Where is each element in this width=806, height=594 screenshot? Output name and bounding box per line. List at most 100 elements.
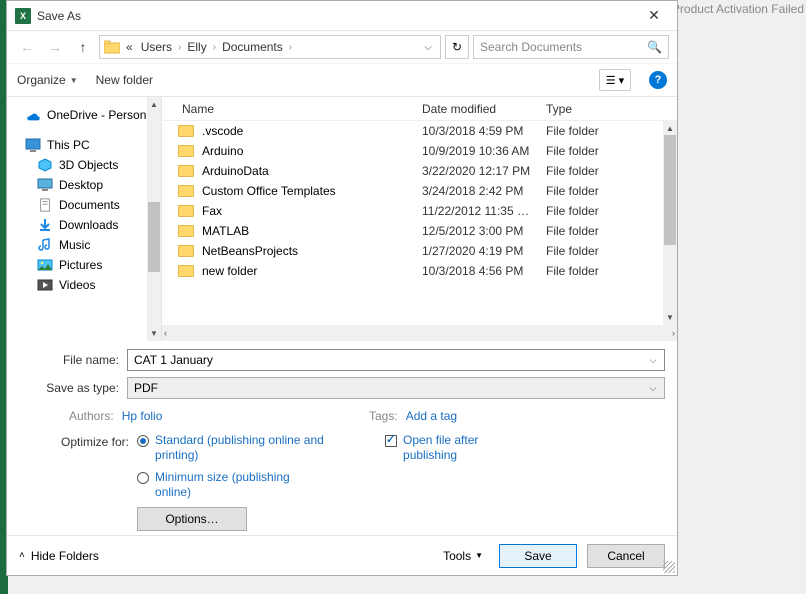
table-row[interactable]: new folder10/3/2018 4:56 PMFile folder xyxy=(162,261,677,281)
file-date: 10/3/2018 4:59 PM xyxy=(422,124,546,138)
file-name: Custom Office Templates xyxy=(202,184,336,198)
documents-icon xyxy=(37,198,53,212)
nav-label: 3D Objects xyxy=(59,158,118,172)
file-name: MATLAB xyxy=(202,224,249,238)
save-form: File name: CAT 1 January ⌵ Save as type:… xyxy=(7,341,677,535)
folder-icon xyxy=(178,125,194,137)
scroll-right-icon[interactable]: › xyxy=(672,328,675,338)
save-button-label: Save xyxy=(524,549,551,563)
table-row[interactable]: .vscode10/3/2018 4:59 PMFile folder xyxy=(162,121,677,141)
file-date: 10/3/2018 4:56 PM xyxy=(422,264,546,278)
nav-videos[interactable]: Videos xyxy=(7,275,161,295)
tools-dropdown[interactable]: Tools ▼ xyxy=(437,545,489,567)
file-name: Fax xyxy=(202,204,222,218)
radio-standard[interactable]: Standard (publishing online and printing… xyxy=(137,433,327,464)
back-button[interactable]: ← xyxy=(15,35,39,59)
col-date[interactable]: Date modified xyxy=(422,102,546,116)
table-row[interactable]: NetBeansProjects1/27/2020 4:19 PMFile fo… xyxy=(162,241,677,261)
resize-grip[interactable] xyxy=(663,561,675,573)
chevron-down-icon: ▼ xyxy=(475,551,483,560)
scroll-down-icon[interactable]: ▼ xyxy=(147,327,161,341)
radio-icon xyxy=(137,472,149,484)
forward-button[interactable]: → xyxy=(43,35,67,59)
file-name-input[interactable]: CAT 1 January ⌵ xyxy=(127,349,665,371)
folder-icon xyxy=(178,205,194,217)
meta-row: Authors: Hp folio Tags: Add a tag xyxy=(19,405,665,425)
crumb-users[interactable]: Users xyxy=(139,40,174,54)
toolbar: Organize ▼ New folder ☰ ▾ ? xyxy=(7,63,677,97)
col-name[interactable]: Name xyxy=(178,102,422,116)
dropdown-icon[interactable]: ⌵ xyxy=(644,380,662,398)
nav-onedrive[interactable]: OneDrive - Person xyxy=(7,105,161,125)
nav-downloads[interactable]: Downloads xyxy=(7,215,161,235)
help-button[interactable]: ? xyxy=(649,71,667,89)
table-row[interactable]: Custom Office Templates3/24/2018 2:42 PM… xyxy=(162,181,677,201)
nav-desktop[interactable]: Desktop xyxy=(7,175,161,195)
nav-label: Pictures xyxy=(59,258,102,272)
radio-minimum[interactable]: Minimum size (publishing online) xyxy=(137,470,327,501)
tags-add-link[interactable]: Add a tag xyxy=(406,409,457,423)
body-split: OneDrive - Person This PC 3D Objects Des… xyxy=(7,97,677,341)
file-list-pane: Name Date modified Type .vscode10/3/2018… xyxy=(162,97,677,341)
table-row[interactable]: Arduino10/9/2019 10:36 AMFile folder xyxy=(162,141,677,161)
crumb-elly[interactable]: Elly xyxy=(185,40,208,54)
file-type: File folder xyxy=(546,164,677,178)
close-button[interactable]: ✕ xyxy=(639,4,669,28)
pictures-icon xyxy=(37,258,53,272)
organize-button[interactable]: Organize ▼ xyxy=(17,73,78,87)
crumb-documents[interactable]: Documents xyxy=(220,40,285,54)
table-row[interactable]: MATLAB12/5/2012 3:00 PMFile folder xyxy=(162,221,677,241)
nav-music[interactable]: Music xyxy=(7,235,161,255)
scroll-left-icon[interactable]: ‹ xyxy=(164,328,167,338)
nav-3d-objects[interactable]: 3D Objects xyxy=(7,155,161,175)
navigation-pane: OneDrive - Person This PC 3D Objects Des… xyxy=(7,97,162,341)
scroll-up-icon[interactable]: ▲ xyxy=(663,121,677,135)
optimize-label: Optimize for: xyxy=(61,433,129,531)
dropdown-icon[interactable]: ⌵ xyxy=(644,352,662,370)
list-hscrollbar[interactable]: ‹ › xyxy=(162,325,677,341)
dialog-title: Save As xyxy=(37,9,639,23)
folder-icon xyxy=(178,245,194,257)
file-name: ArduinoData xyxy=(202,164,269,178)
refresh-button[interactable]: ↻ xyxy=(445,35,469,59)
file-type: File folder xyxy=(546,204,677,218)
scroll-up-icon[interactable]: ▲ xyxy=(147,97,161,111)
scroll-down-icon[interactable]: ▼ xyxy=(663,311,677,325)
view-mode-button[interactable]: ☰ ▾ xyxy=(599,69,631,91)
options-button[interactable]: Options… xyxy=(137,507,247,531)
navpane-scrollbar-thumb[interactable] xyxy=(148,202,160,272)
nav-pictures[interactable]: Pictures xyxy=(7,255,161,275)
hide-folders-toggle[interactable]: ˄ Hide Folders xyxy=(19,549,99,563)
table-row[interactable]: ArduinoData3/22/2020 12:17 PMFile folder xyxy=(162,161,677,181)
col-type[interactable]: Type xyxy=(546,102,677,116)
crumb-sep: › xyxy=(213,42,216,53)
save-button[interactable]: Save xyxy=(499,544,577,568)
nav-this-pc[interactable]: This PC xyxy=(7,135,161,155)
open-after-checkbox[interactable]: Open file after publishing xyxy=(385,433,513,464)
file-name-label: File name: xyxy=(19,353,127,367)
file-type: File folder xyxy=(546,144,677,158)
nav-label: Documents xyxy=(59,198,120,212)
open-after-label: Open file after publishing xyxy=(403,433,513,464)
nav-documents[interactable]: Documents xyxy=(7,195,161,215)
file-name: new folder xyxy=(202,264,257,278)
table-row[interactable]: Fax11/22/2012 11:35 …File folder xyxy=(162,201,677,221)
chevron-up-icon: ˄ xyxy=(19,550,25,561)
address-dropdown-icon[interactable]: ⌵ xyxy=(420,42,436,53)
new-folder-label: New folder xyxy=(96,73,153,87)
file-type: File folder xyxy=(546,224,677,238)
authors-value[interactable]: Hp folio xyxy=(122,409,163,423)
nav-label: Desktop xyxy=(59,178,103,192)
address-bar[interactable]: « Users › Elly › Documents › ⌵ xyxy=(99,35,441,59)
tags-label: Tags: xyxy=(369,409,398,423)
save-type-select[interactable]: PDF ⌵ xyxy=(127,377,665,399)
up-button[interactable]: ↑ xyxy=(71,35,95,59)
list-vscrollbar[interactable]: ▲ ▼ xyxy=(663,121,677,325)
music-icon xyxy=(37,238,53,252)
cancel-button[interactable]: Cancel xyxy=(587,544,665,568)
search-input[interactable]: Search Documents 🔍 xyxy=(473,35,669,59)
onedrive-icon xyxy=(25,108,41,122)
list-vscrollbar-thumb[interactable] xyxy=(664,135,676,245)
new-folder-button[interactable]: New folder xyxy=(96,73,153,87)
search-placeholder: Search Documents xyxy=(480,40,582,54)
